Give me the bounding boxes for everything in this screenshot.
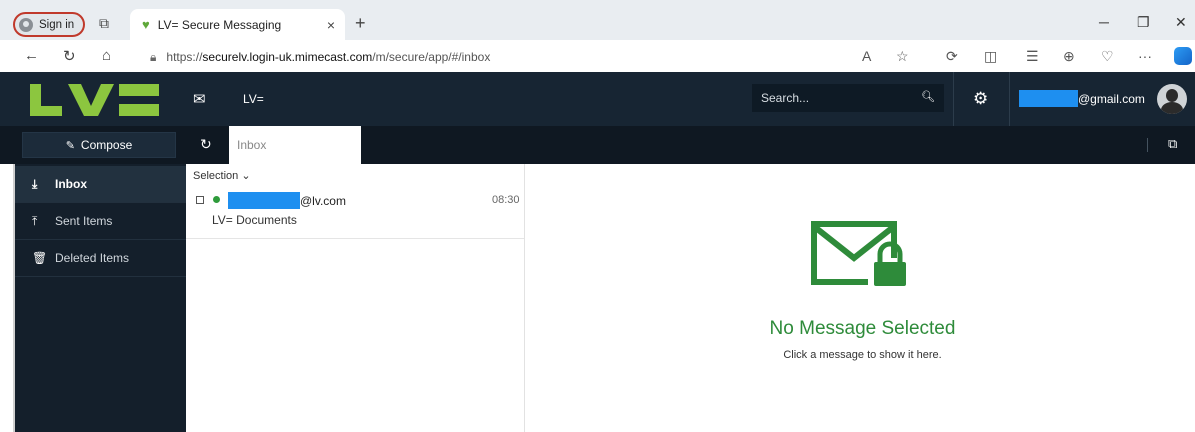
browser-tab-active[interactable]: ♥ LV= Secure Messaging ×: [130, 9, 345, 40]
toolbar-divider: [1147, 138, 1148, 152]
message-checkbox[interactable]: [196, 196, 204, 204]
selection-label: Selection: [193, 170, 239, 182]
header-divider: [953, 72, 954, 126]
profile-icon: [19, 17, 33, 32]
window-close-icon[interactable]: ✕: [1175, 14, 1187, 31]
sender-suffix: @lv.com: [300, 193, 346, 208]
back-icon[interactable]: ←: [24, 47, 39, 64]
search-placeholder: Search...: [761, 91, 810, 105]
url-prefix: https://: [166, 50, 203, 64]
sidebar-item-label: Inbox: [55, 177, 87, 191]
empty-state-title: No Message Selected: [769, 318, 956, 339]
app-title: LV=: [243, 92, 264, 106]
sign-in-label: Sign in: [39, 18, 75, 31]
tab-inbox[interactable]: Inbox: [229, 126, 361, 164]
favorites-list-icon[interactable]: ☰: [1026, 48, 1039, 65]
trash-icon: 🗑︎: [32, 251, 48, 265]
read-aloud-icon[interactable]: A: [862, 48, 871, 64]
collections-icon[interactable]: ⊕: [1063, 48, 1075, 65]
search-icon[interactable]: 🔍︎: [921, 90, 935, 103]
messages-envelope-icon[interactable]: ✉: [193, 90, 206, 108]
redacted-sender-username: [228, 192, 300, 209]
message-subject: LV= Documents: [212, 213, 297, 227]
chevron-down-icon: ⌄: [241, 170, 251, 182]
sidebar-item-inbox[interactable]: ⤓ Inbox: [15, 166, 186, 203]
copilot-icon[interactable]: [1174, 47, 1192, 65]
tab-title: LV= Secure Messaging: [157, 17, 282, 32]
sidebar-item-deleted-items[interactable]: 🗑︎ Deleted Items: [15, 240, 186, 277]
avatar-body: [1161, 102, 1183, 114]
search-input[interactable]: Search... 🔍︎: [752, 84, 944, 112]
settings-gear-icon[interactable]: ⚙: [973, 89, 988, 109]
selection-dropdown[interactable]: Selection ⌄: [193, 169, 251, 182]
workspaces-icon[interactable]: ⧉: [99, 15, 109, 32]
message-time: 08:30: [492, 194, 520, 206]
compose-label: Compose: [80, 138, 133, 152]
redacted-email-username: [1019, 90, 1078, 107]
new-tab-button[interactable]: +: [355, 13, 366, 34]
extensions-icon[interactable]: ⟳: [946, 48, 958, 65]
secure-envelope-lock-icon: [811, 221, 912, 288]
compose-button[interactable]: ✎ Compose: [22, 132, 176, 158]
lv-heart-favicon-icon: ♥: [142, 17, 150, 32]
popout-window-icon[interactable]: ⧉: [1168, 136, 1177, 152]
favorite-star-icon[interactable]: ☆: [896, 48, 909, 65]
toolbar: [0, 126, 1195, 164]
close-tab-icon[interactable]: ×: [327, 17, 335, 33]
reload-icon[interactable]: ↻: [63, 47, 76, 65]
url-path: /m/secure/app/#/inbox: [372, 50, 491, 64]
minimize-icon[interactable]: ─: [1099, 14, 1109, 30]
user-email-suffix: @gmail.com: [1078, 91, 1145, 106]
more-menu-icon[interactable]: ···: [1138, 48, 1152, 64]
unread-indicator: [213, 196, 220, 203]
browser-essentials-icon[interactable]: ♡: [1101, 48, 1114, 65]
empty-state-hint: Click a message to show it here.: [783, 349, 942, 361]
user-email[interactable]: @gmail.com: [1019, 90, 1145, 107]
sidebar-item-label: Sent Items: [55, 214, 113, 228]
split-screen-icon[interactable]: ◫: [984, 48, 997, 65]
sidebar-item-sent-items[interactable]: ⤒ Sent Items: [15, 203, 186, 240]
refresh-icon[interactable]: ↻: [200, 136, 212, 153]
sign-in-button[interactable]: Sign in: [13, 12, 85, 37]
avatar-head: [1166, 89, 1178, 102]
restore-icon[interactable]: ❐: [1137, 14, 1150, 31]
user-avatar[interactable]: [1157, 84, 1187, 114]
app-header: [0, 72, 1195, 126]
pencil-icon: ✎: [65, 139, 75, 152]
url-host: securelv.login-uk.mimecast.com: [202, 50, 373, 64]
lv-logo: [30, 84, 159, 116]
message-sender: @lv.com: [228, 192, 346, 209]
home-icon[interactable]: ⌂: [102, 47, 111, 64]
sent-upload-icon: ⤒: [32, 213, 38, 228]
sidebar-item-label: Deleted Items: [55, 251, 130, 265]
site-info-icon: 🔒︎: [150, 49, 157, 64]
url-field[interactable]: 🔒︎ https://securelv.login-uk.mimecast.co…: [150, 44, 920, 70]
header-divider: [1009, 72, 1010, 126]
inbox-download-icon: ⤓: [32, 176, 38, 191]
